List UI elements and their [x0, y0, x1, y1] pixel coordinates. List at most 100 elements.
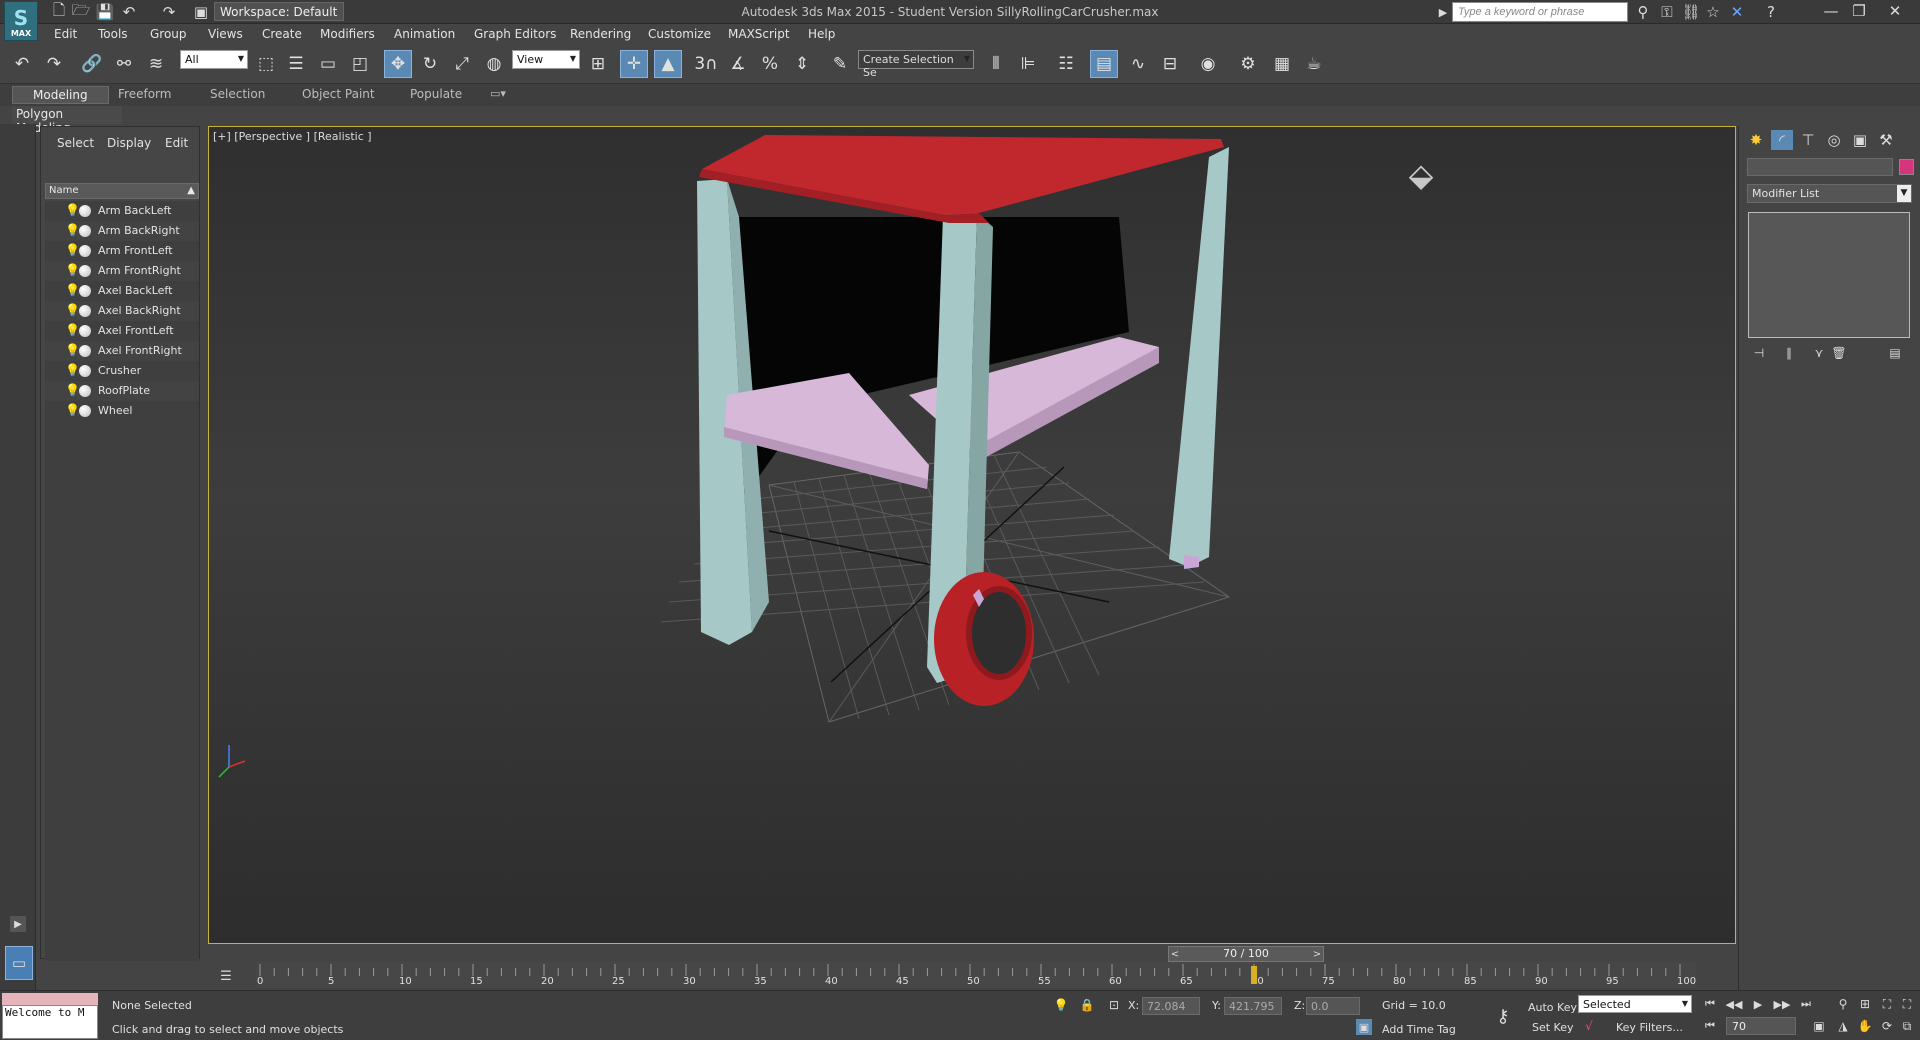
- make-unique-icon[interactable]: ⋎: [1809, 344, 1829, 362]
- absolute-mode-icon[interactable]: ⊡: [1106, 997, 1122, 1013]
- light-bulb-icon[interactable]: 💡: [65, 244, 80, 256]
- light-bulb-icon[interactable]: 💡: [65, 404, 80, 416]
- play-arrow-icon[interactable]: ▶: [10, 916, 26, 932]
- time-configuration-icon[interactable]: ▣: [1810, 1017, 1828, 1035]
- key-mode-dropdown[interactable]: Selected: [1578, 995, 1692, 1013]
- keyboard-shortcut-override-icon[interactable]: ▲: [654, 50, 682, 78]
- select-and-scale-icon[interactable]: ⤢: [448, 50, 476, 78]
- y-coordinate-field[interactable]: 421.795: [1224, 997, 1282, 1015]
- object-dot-icon[interactable]: [79, 205, 91, 217]
- tab-selection[interactable]: Selection: [210, 87, 265, 101]
- select-and-rotate-icon[interactable]: ↻: [416, 50, 444, 78]
- search-input[interactable]: Type a keyword or phrase: [1452, 2, 1628, 22]
- display-tab-icon[interactable]: ▣: [1849, 130, 1871, 150]
- ribbon-panel-label[interactable]: Polygon Modeling: [12, 106, 122, 135]
- set-key-button[interactable]: Set Key: [1532, 1021, 1574, 1034]
- rectangular-selection-icon[interactable]: ▭: [314, 50, 342, 78]
- menu-views[interactable]: Views: [208, 27, 243, 41]
- next-key-icon[interactable]: ▶▶: [1772, 995, 1792, 1013]
- orbit-icon[interactable]: ⟳: [1878, 1017, 1896, 1035]
- hierarchy-tab-icon[interactable]: ⊤: [1797, 130, 1819, 150]
- light-bulb-icon[interactable]: 💡: [65, 324, 80, 336]
- explorer-tab-display[interactable]: Display: [107, 136, 151, 150]
- modifier-stack[interactable]: [1748, 212, 1910, 338]
- snaps-toggle-icon[interactable]: 3 ∩: [692, 50, 720, 78]
- auto-key-button[interactable]: Auto Key: [1528, 1001, 1577, 1014]
- tab-modeling[interactable]: Modeling: [12, 86, 109, 104]
- object-dot-icon[interactable]: [79, 325, 91, 337]
- list-item[interactable]: 💡 Arm FrontLeft: [45, 241, 199, 261]
- menu-help[interactable]: Help: [808, 27, 835, 41]
- named-selection-dropdown[interactable]: Create Selection Se: [858, 50, 974, 79]
- object-dot-icon[interactable]: [79, 345, 91, 357]
- mini-curve-editor-icon[interactable]: ☰: [214, 966, 238, 986]
- light-bulb-icon[interactable]: 💡: [65, 284, 80, 296]
- menu-tools[interactable]: Tools: [98, 27, 128, 41]
- zoom-all-icon[interactable]: ⊞: [1856, 995, 1874, 1013]
- graphite-ribbon-icon[interactable]: ▤: [1090, 50, 1118, 78]
- open-file-icon[interactable]: 🗁: [72, 1, 91, 21]
- link-icon[interactable]: ⛓: [1681, 3, 1700, 21]
- light-bulb-icon[interactable]: 💡: [65, 384, 80, 396]
- select-object-icon[interactable]: ⬚: [252, 50, 280, 78]
- z-coordinate-field[interactable]: 0.0: [1306, 997, 1360, 1015]
- x-coordinate-field[interactable]: 72.084: [1142, 997, 1200, 1015]
- field-of-view-icon[interactable]: ◮: [1834, 1017, 1852, 1035]
- menu-rendering[interactable]: Rendering: [570, 27, 631, 41]
- menu-animation[interactable]: Animation: [394, 27, 455, 41]
- select-and-move-icon[interactable]: ✥: [384, 50, 412, 78]
- object-dot-icon[interactable]: [79, 385, 91, 397]
- utilities-tab-icon[interactable]: ⚒: [1875, 130, 1897, 150]
- menu-modifiers[interactable]: Modifiers: [320, 27, 375, 41]
- zoom-icon[interactable]: ⚲: [1834, 995, 1852, 1013]
- pan-view-icon[interactable]: ✋: [1856, 1017, 1874, 1035]
- redo-icon[interactable]: ↷: [160, 3, 178, 21]
- exchange-icon[interactable]: ✕: [1728, 3, 1746, 21]
- angle-snap-icon[interactable]: ∡: [724, 50, 752, 78]
- menu-maxscript[interactable]: MAXScript: [728, 27, 790, 41]
- explorer-tab-select[interactable]: Select: [57, 136, 94, 150]
- rendered-frame-window-icon[interactable]: ▦: [1268, 50, 1296, 78]
- project-folder-icon[interactable]: ▣: [192, 3, 210, 21]
- workspace-dropdown[interactable]: Workspace: Default: [214, 2, 344, 21]
- bind-to-space-warp-icon[interactable]: ≋: [142, 50, 170, 78]
- previous-frame-icon[interactable]: <: [1168, 946, 1182, 962]
- selection-lock-icon[interactable]: 🔒: [1080, 997, 1095, 1013]
- list-item[interactable]: 💡 RoofPlate: [45, 381, 199, 401]
- percent-snap-icon[interactable]: %: [756, 50, 784, 78]
- object-name-field[interactable]: [1747, 158, 1893, 176]
- object-dot-icon[interactable]: [79, 305, 91, 317]
- maxscript-mini-listener[interactable]: Welcome to M: [2, 1005, 98, 1039]
- zoom-extents-all-icon[interactable]: ⛶: [1898, 995, 1916, 1013]
- timeline-track[interactable]: 0 5 10 15 20 25 30 35 40 45 50 55 60 65 70 75 80 85 90 95 10…: [256, 962, 1696, 988]
- close-icon[interactable]: ✕: [1876, 2, 1914, 20]
- object-color-swatch[interactable]: [1899, 159, 1914, 175]
- play-icon[interactable]: ▶: [1748, 995, 1768, 1013]
- object-dot-icon[interactable]: [79, 225, 91, 237]
- reference-coordinate-dropdown[interactable]: View: [512, 50, 580, 69]
- material-editor-icon[interactable]: ◉: [1194, 50, 1222, 78]
- maximize-viewport-icon[interactable]: ⧉: [1898, 1017, 1916, 1035]
- light-bulb-icon[interactable]: 💡: [65, 364, 80, 376]
- object-dot-icon[interactable]: [79, 285, 91, 297]
- key-icon[interactable]: ⚿: [1658, 3, 1676, 21]
- app-logo[interactable]: S MAX: [4, 1, 38, 41]
- edit-named-selection-icon[interactable]: ✎: [826, 50, 854, 78]
- show-end-result-icon[interactable]: ∥: [1779, 344, 1799, 362]
- time-tag-icon[interactable]: ▣: [1356, 1019, 1372, 1035]
- mirror-icon[interactable]: ⫴: [982, 50, 1010, 78]
- add-time-tag[interactable]: Add Time Tag: [1382, 1023, 1456, 1036]
- arrow-right-icon[interactable]: ▶: [1436, 3, 1450, 21]
- viewcube-icon[interactable]: ⬙: [1389, 149, 1453, 201]
- go-to-end-icon[interactable]: ⏭: [1796, 995, 1816, 1013]
- minimize-icon[interactable]: —: [1818, 2, 1844, 20]
- object-dot-icon[interactable]: [79, 365, 91, 377]
- select-by-name-icon[interactable]: ☰: [282, 50, 310, 78]
- tab-freeform[interactable]: Freeform: [118, 87, 171, 101]
- list-item[interactable]: 💡 Axel FrontLeft: [45, 321, 199, 341]
- list-item[interactable]: 💡 Arm BackLeft: [45, 201, 199, 221]
- list-item[interactable]: 💡 Arm FrontRight: [45, 261, 199, 281]
- save-file-icon[interactable]: 💾: [96, 3, 115, 21]
- list-item[interactable]: 💡 Crusher: [45, 361, 199, 381]
- object-dot-icon[interactable]: [79, 405, 91, 417]
